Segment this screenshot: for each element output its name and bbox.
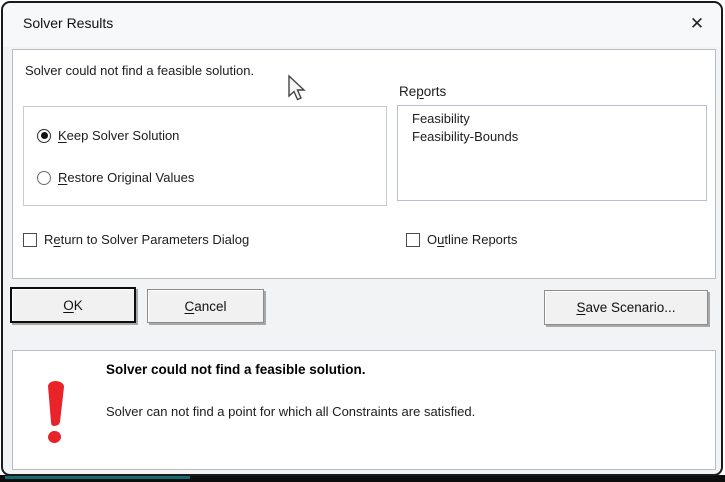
footer-heading: Solver could not find a feasible solutio… (106, 362, 366, 377)
list-item-feasibility[interactable]: Feasibility (412, 110, 706, 128)
label-pre: O (427, 232, 438, 247)
button-label: Save Scenario... (576, 300, 676, 315)
solver-results-dialog: Solver Results ✕ Solver could not find a… (1, 1, 723, 476)
radio-label: Restore Original Values (58, 170, 194, 185)
button-label: Cancel (184, 298, 227, 314)
mouse-cursor-icon (288, 74, 306, 101)
dialog-title: Solver Results (23, 15, 114, 31)
radio-selected-icon[interactable] (37, 128, 51, 143)
solution-options-groupbox: Keep Solver Solution Restore Original Va… (23, 106, 387, 206)
radio-unselected-icon[interactable] (37, 170, 51, 185)
reports-label: Reports (399, 84, 446, 99)
checkbox-label: Outline Reports (427, 232, 517, 247)
label-accesskey: R (58, 170, 68, 185)
label-post: eep Solver Solution (66, 128, 180, 143)
label-post: tline Reports (444, 232, 518, 247)
save-scenario-button[interactable]: Save Scenario... (544, 290, 708, 325)
close-icon[interactable]: ✕ (683, 10, 711, 38)
radio-keep-solver-solution[interactable]: Keep Solver Solution (37, 128, 179, 143)
window-edge-bar (0, 475, 725, 482)
checkbox-label: Return to Solver Parameters Dialog (44, 232, 249, 247)
radio-label: Keep Solver Solution (58, 128, 179, 143)
label-post: turn to Solver Parameters Dialog (60, 232, 250, 247)
footer-description: Solver can not find a point for which al… (106, 404, 476, 419)
label-post: orts (423, 84, 447, 99)
message-panel: Solver could not find a feasible solutio… (12, 350, 716, 470)
cancel-button[interactable]: Cancel (147, 289, 264, 323)
label-pre: R (44, 232, 54, 247)
results-panel: Solver could not find a feasible solutio… (12, 49, 716, 279)
checkbox-return-to-solver-parameters[interactable]: Return to Solver Parameters Dialog (23, 232, 249, 247)
status-message: Solver could not find a feasible solutio… (25, 63, 255, 78)
label-accesskey: e (53, 232, 61, 247)
label-accesskey: K (58, 128, 67, 143)
titlebar: Solver Results ✕ (3, 3, 721, 47)
ok-button[interactable]: OK (10, 287, 136, 323)
checkbox-outline-reports[interactable]: Outline Reports (406, 232, 517, 247)
label-pre: Re (399, 84, 417, 99)
warning-exclamation-icon (48, 381, 64, 444)
window-edge-teal-accent (5, 476, 190, 479)
label-post: estore Original Values (67, 170, 195, 185)
checkbox-unchecked-icon[interactable] (23, 232, 37, 247)
button-label: OK (63, 297, 83, 313)
label-accesskey: p (416, 84, 424, 99)
radio-restore-original-values[interactable]: Restore Original Values (37, 170, 194, 185)
reports-listbox[interactable]: Feasibility Feasibility-Bounds (397, 105, 707, 201)
checkbox-unchecked-icon[interactable] (406, 232, 420, 247)
list-item-feasibility-bounds[interactable]: Feasibility-Bounds (412, 128, 706, 146)
